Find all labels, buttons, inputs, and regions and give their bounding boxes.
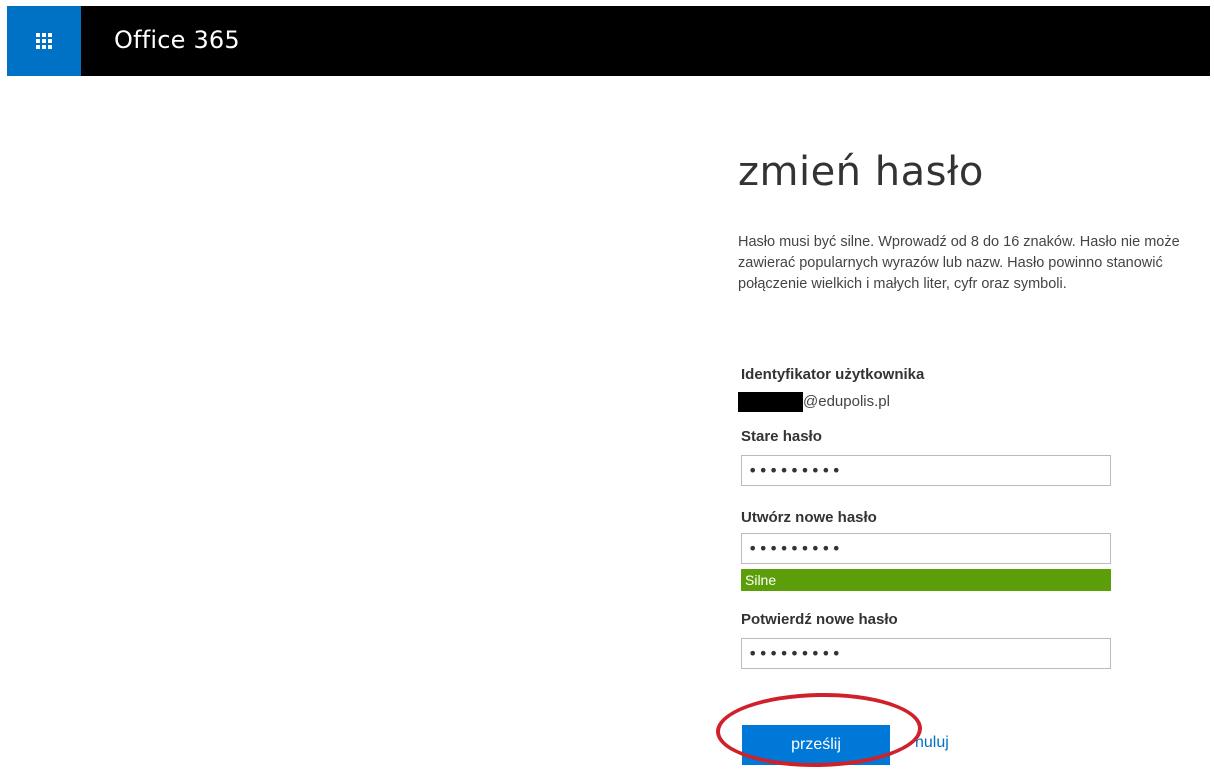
password-requirements-text: Hasło musi być silne. Wprowadź od 8 do 1… <box>738 234 1180 292</box>
suite-bar: Office 365 <box>7 6 1210 76</box>
user-id-label: Identyfikator użytkownika <box>741 366 925 383</box>
user-id-value: @edupolis.pl <box>738 392 890 412</box>
new-password-label: Utwórz nowe hasło <box>741 509 877 526</box>
confirm-password-field[interactable] <box>741 638 1111 669</box>
confirm-password-label: Potwierdź nowe hasło <box>741 611 898 628</box>
old-password-label: Stare hasło <box>741 428 822 445</box>
redacted-username <box>738 392 803 412</box>
user-id-domain: @edupolis.pl <box>803 393 890 410</box>
page-title: zmień hasło <box>738 149 984 195</box>
cancel-link[interactable]: nuluj <box>915 734 949 752</box>
old-password-field[interactable] <box>741 455 1111 486</box>
app-title[interactable]: Office 365 <box>114 24 240 56</box>
app-launcher-icon <box>36 33 52 49</box>
change-password-page: Office 365 zmień hasło Hasło musi być si… <box>0 0 1214 772</box>
password-strength-indicator: Silne <box>741 569 1111 591</box>
new-password-field[interactable] <box>741 533 1111 564</box>
app-launcher-button[interactable] <box>7 6 81 76</box>
submit-button[interactable]: prześlij <box>742 725 890 765</box>
